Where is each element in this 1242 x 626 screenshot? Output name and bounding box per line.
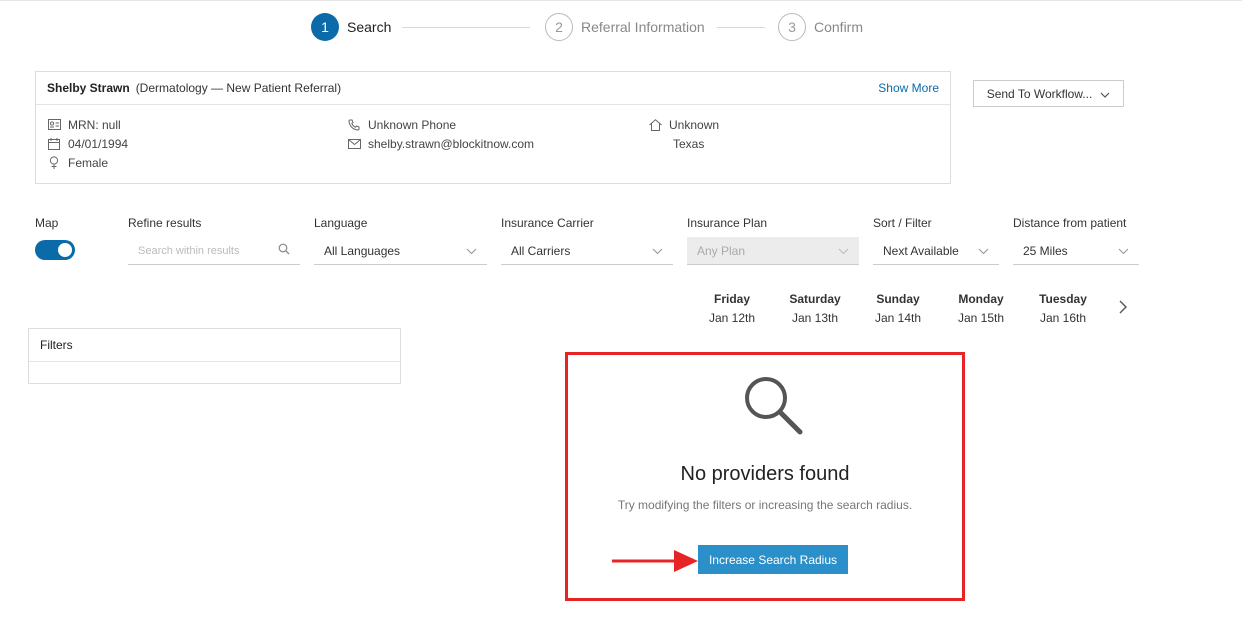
plan-value: Any Plan <box>697 243 746 258</box>
day-name: Tuesday <box>1039 292 1087 306</box>
email-row: shelby.strawn@blockitnow.com <box>347 134 534 153</box>
patient-card: Shelby Strawn (Dermatology — New Patient… <box>35 71 951 184</box>
plan-select: Any Plan <box>687 237 859 265</box>
patient-card-header: Shelby Strawn (Dermatology — New Patient… <box>36 72 950 105</box>
address-line2: Texas <box>673 136 705 151</box>
carrier-label: Insurance Carrier <box>501 216 594 230</box>
step-label: Confirm <box>814 19 864 35</box>
carrier-select[interactable]: All Carriers <box>501 237 673 265</box>
step-connector <box>402 27 530 28</box>
step-label: Search <box>347 19 392 35</box>
refine-placeholder: Search within results <box>138 244 240 257</box>
referral-description: (Dermatology — New Patient Referral) <box>135 81 342 95</box>
phone-row: Unknown Phone <box>347 115 456 134</box>
female-icon <box>47 156 61 169</box>
address-row: Unknown <box>648 115 719 134</box>
home-icon <box>648 118 662 131</box>
language-label: Language <box>314 216 368 230</box>
search-icon <box>742 374 804 436</box>
patient-name: Shelby Strawn <box>47 81 130 95</box>
day-date: Jan 13th <box>791 311 839 325</box>
day-date: Jan 14th <box>874 311 922 325</box>
day-name: Saturday <box>789 292 841 306</box>
arrow-pointer-icon <box>612 548 700 574</box>
step-connector <box>717 27 765 28</box>
chevron-down-icon <box>1100 87 1110 101</box>
chevron-down-icon <box>978 244 989 258</box>
refine-search-input[interactable]: Search within results <box>128 237 300 265</box>
plan-label: Insurance Plan <box>687 216 768 230</box>
distance-value: 25 Miles <box>1023 243 1068 258</box>
step-search[interactable]: 1 Search <box>311 12 391 42</box>
language-select[interactable]: All Languages <box>314 237 487 265</box>
calendar-icon <box>47 137 61 150</box>
toggle-knob <box>58 243 72 257</box>
address-line1: Unknown <box>669 117 720 132</box>
search-icon <box>278 243 290 258</box>
chevron-right-icon[interactable] <box>1118 300 1134 318</box>
day-name: Monday <box>958 292 1004 306</box>
day-date: Jan 15th <box>957 311 1005 325</box>
gender-value: Female <box>68 155 109 170</box>
sort-label: Sort / Filter <box>873 216 932 230</box>
distance-select[interactable]: 25 Miles <box>1013 237 1139 265</box>
step-number: 2 <box>545 13 573 41</box>
map-label: Map <box>35 216 59 230</box>
chevron-down-icon <box>838 244 849 258</box>
filters-panel: Filters <box>28 328 401 384</box>
send-to-workflow-label: Send To Workflow... <box>986 86 1093 101</box>
step-label: Referral Information <box>581 19 705 35</box>
day-column-header: Tuesday Jan 16th <box>1028 290 1098 328</box>
email-value: shelby.strawn@blockitnow.com <box>368 136 535 151</box>
distance-label: Distance from patient <box>1013 216 1127 230</box>
step-confirm[interactable]: 3 Confirm <box>778 12 863 42</box>
address-line2-row: Texas <box>673 134 704 153</box>
mrn-value: MRN: null <box>68 117 121 132</box>
chevron-down-icon <box>1118 244 1129 258</box>
step-number: 1 <box>311 13 339 41</box>
id-card-icon <box>47 119 61 130</box>
map-toggle[interactable] <box>35 240 75 260</box>
carrier-value: All Carriers <box>511 243 571 258</box>
dob-value: 04/01/1994 <box>68 136 129 151</box>
dob-row: 04/01/1994 <box>47 134 128 153</box>
envelope-icon <box>347 138 361 149</box>
mrn-row: MRN: null <box>47 115 121 134</box>
day-date: Jan 16th <box>1039 311 1087 325</box>
show-more-link[interactable]: Show More <box>878 81 939 95</box>
filters-title[interactable]: Filters <box>29 329 400 362</box>
send-to-workflow-button[interactable]: Send To Workflow... <box>973 80 1124 107</box>
sort-value: Next Available <box>883 243 959 258</box>
step-referral-information[interactable]: 2 Referral Information <box>545 12 705 42</box>
top-divider <box>0 0 1242 1</box>
sort-select[interactable]: Next Available <box>873 237 999 265</box>
day-column-header: Saturday Jan 13th <box>780 290 850 328</box>
day-name: Friday <box>713 292 750 306</box>
step-number: 3 <box>778 13 806 41</box>
chevron-down-icon <box>652 244 663 258</box>
gender-row: Female <box>47 153 108 172</box>
phone-value: Unknown Phone <box>368 117 457 132</box>
day-column-header: Friday Jan 12th <box>697 290 767 328</box>
day-column-header: Sunday Jan 14th <box>863 290 933 328</box>
refine-label: Refine results <box>128 216 202 230</box>
day-name: Sunday <box>876 292 920 306</box>
empty-state-subtitle: Try modifying the filters or increasing … <box>617 498 913 512</box>
day-date: Jan 12th <box>708 311 756 325</box>
phone-icon <box>347 119 361 131</box>
day-column-header: Monday Jan 15th <box>946 290 1016 328</box>
increase-search-radius-button[interactable]: Increase Search Radius <box>698 545 848 574</box>
empty-state-title: No providers found <box>680 463 850 485</box>
chevron-down-icon <box>466 244 477 258</box>
language-value: All Languages <box>324 243 401 258</box>
